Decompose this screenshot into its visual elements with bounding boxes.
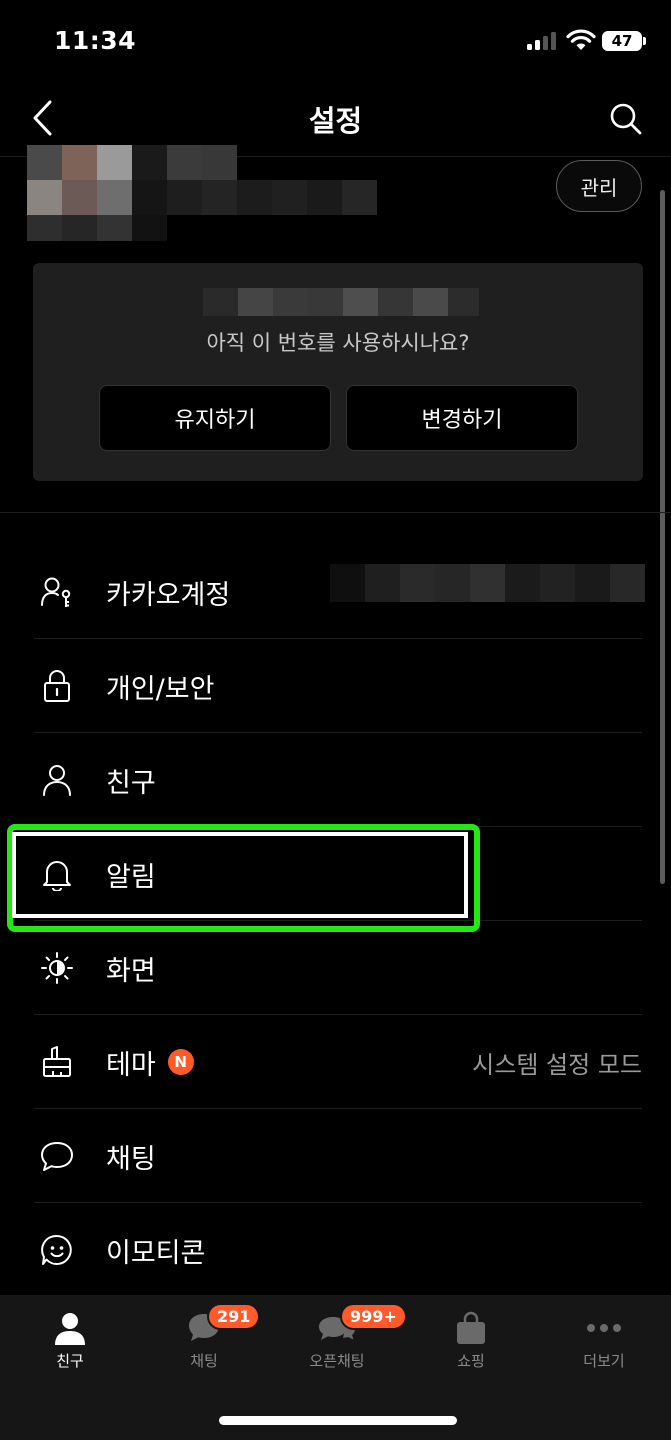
keep-number-button[interactable]: 유지하기 xyxy=(99,385,331,451)
menu-item-emoticons[interactable]: 이모티콘 xyxy=(34,1203,642,1297)
battery-nub xyxy=(643,37,646,45)
phone-number-pixelated xyxy=(203,288,479,316)
brush-icon xyxy=(40,1042,74,1082)
tab-label: 쇼핑 xyxy=(457,1352,485,1370)
person-icon xyxy=(3,1309,137,1347)
profile-pixelated-info[interactable] xyxy=(27,145,377,241)
more-dots-icon xyxy=(537,1309,671,1347)
menu-item-label: 이모티콘 xyxy=(106,1237,206,1269)
shopping-bag-icon xyxy=(404,1309,538,1347)
search-button[interactable] xyxy=(603,96,649,142)
section-divider xyxy=(0,512,671,513)
menu-item-chatting[interactable]: 채팅 xyxy=(34,1109,642,1203)
menu-item-label: 화면 xyxy=(106,955,156,987)
menu-item-label: 채팅 xyxy=(106,1143,156,1175)
menu-item-display[interactable]: 화면 xyxy=(34,921,642,1015)
chat-bubble-icon xyxy=(40,1136,74,1176)
menu-item-theme[interactable]: 테마 N 시스템 설정 모드 xyxy=(34,1015,642,1109)
change-number-button[interactable]: 변경하기 xyxy=(346,385,578,451)
tab-label: 친구 xyxy=(56,1352,84,1370)
theme-value: 시스템 설정 모드 xyxy=(472,1050,642,1079)
unread-count-badge: 291 xyxy=(207,1303,261,1330)
account-email-pixelated xyxy=(330,564,645,602)
menu-item-privacy-security[interactable]: 개인/보안 xyxy=(34,639,642,733)
tab-open-chat[interactable]: 999+ 오픈채팅 xyxy=(270,1295,407,1395)
tab-label: 더보기 xyxy=(583,1352,625,1370)
menu-item-friends[interactable]: 친구 xyxy=(34,733,642,827)
phone-number-check-card: 아직 이 번호를 사용하시나요? 유지하기 변경하기 xyxy=(33,263,643,481)
new-badge: N xyxy=(167,1049,194,1075)
tab-chatting[interactable]: 291 채팅 xyxy=(137,1295,271,1395)
unread-count-badge: 999+ xyxy=(340,1303,407,1330)
phone-question-text: 아직 이 번호를 사용하시나요? xyxy=(206,331,470,355)
cellular-signal-icon xyxy=(527,32,559,50)
scrollbar[interactable] xyxy=(660,190,665,884)
tab-friends[interactable]: 친구 xyxy=(3,1295,137,1395)
manage-profile-button[interactable]: 관리 xyxy=(556,160,642,212)
search-icon xyxy=(610,103,642,135)
highlight-inner-border xyxy=(12,832,468,918)
theme-label-text: 테마 xyxy=(106,1049,156,1081)
brightness-icon xyxy=(40,948,74,988)
tab-shopping[interactable]: 쇼핑 xyxy=(404,1295,538,1395)
lock-icon xyxy=(40,666,74,706)
menu-item-label: 친구 xyxy=(106,767,156,799)
tab-label: 오픈채팅 xyxy=(309,1352,365,1370)
account-key-icon xyxy=(40,572,74,612)
person-icon xyxy=(40,760,74,800)
menu-item-label: 카카오계정 xyxy=(106,579,231,611)
home-indicator[interactable] xyxy=(219,1416,457,1425)
battery-level: 47 xyxy=(602,31,642,51)
status-time: 11:34 xyxy=(54,26,137,55)
menu-item-label: 테마 N xyxy=(106,1015,194,1109)
tab-label: 채팅 xyxy=(190,1352,218,1370)
wifi-icon xyxy=(566,29,596,50)
page-title: 설정 xyxy=(308,104,363,138)
status-bar: 11:34 47 xyxy=(0,0,671,80)
menu-item-label: 개인/보안 xyxy=(106,673,215,705)
tab-more[interactable]: 더보기 xyxy=(537,1295,671,1395)
emoticon-icon xyxy=(40,1230,74,1270)
